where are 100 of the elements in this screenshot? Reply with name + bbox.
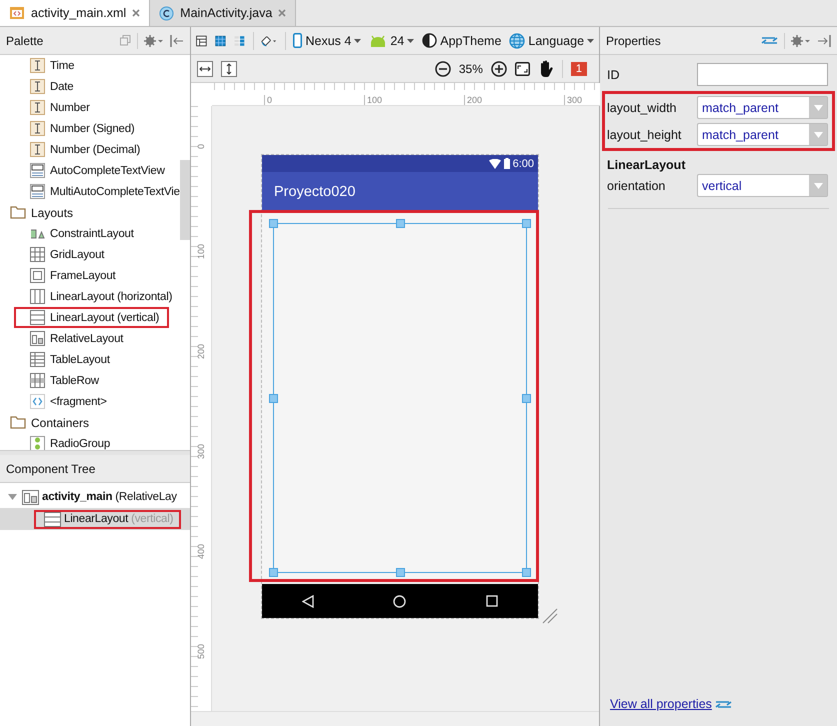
editor-tab[interactable]: MainActivity.java xyxy=(150,0,296,26)
home-icon xyxy=(393,594,406,608)
section-title: LinearLayout xyxy=(607,157,686,172)
palette-item[interactable]: Time xyxy=(50,60,74,72)
ruler-label: 300 xyxy=(196,444,206,460)
widget-icon xyxy=(30,310,45,325)
palette-item[interactable]: GridLayout xyxy=(50,248,104,260)
property-label: ID xyxy=(607,68,620,82)
ruler-label: 0 xyxy=(264,95,364,105)
close-icon[interactable] xyxy=(132,9,140,17)
widget-icon xyxy=(30,163,45,178)
splitter-handle[interactable] xyxy=(0,451,190,455)
tree-node[interactable]: activity_main xyxy=(42,491,112,503)
ruler-label: 0 xyxy=(196,144,206,150)
zoom-in-icon[interactable] xyxy=(490,60,507,76)
language-dropdown[interactable]: Language xyxy=(509,32,594,48)
caret-icon xyxy=(407,38,414,42)
settings-icon[interactable] xyxy=(791,34,811,46)
view-all-properties-link[interactable]: View all properties xyxy=(610,697,712,711)
theme-button[interactable]: AppTheme xyxy=(422,33,502,48)
widget-icon xyxy=(30,100,45,115)
android-icon xyxy=(369,34,388,46)
widget-icon xyxy=(30,268,45,283)
battery-icon xyxy=(504,158,510,169)
palette-item[interactable]: AutoCompleteTextView xyxy=(50,164,165,176)
palette-item[interactable]: <fragment> xyxy=(50,396,107,408)
palette-item[interactable]: RelativeLayout xyxy=(50,332,124,344)
fit-screen-icon[interactable] xyxy=(514,62,530,76)
widget-icon xyxy=(30,436,45,450)
folder-icon xyxy=(10,416,26,429)
app-title: Proyecto020 xyxy=(274,184,356,200)
zoom-level: 35% xyxy=(458,62,483,76)
panel-title: Component Tree xyxy=(6,462,96,476)
close-icon[interactable] xyxy=(278,9,286,17)
widget-icon xyxy=(30,289,45,304)
tree-node-type: (RelativeLay xyxy=(115,491,177,503)
palette-category[interactable]: Layouts xyxy=(31,206,74,220)
zoom-out-icon[interactable] xyxy=(434,60,451,76)
back-icon xyxy=(302,594,314,608)
ruler-label: 400 xyxy=(196,544,206,560)
widget-icon xyxy=(30,373,45,388)
property-label: layout_height xyxy=(607,128,682,142)
error-badge[interactable]: 1 xyxy=(570,62,587,76)
widget-icon xyxy=(30,184,45,199)
device-dropdown[interactable]: Nexus 4 xyxy=(293,33,362,48)
palette-item[interactable]: MultiAutoCompleteTextVie xyxy=(50,186,180,198)
widget-icon xyxy=(30,142,45,157)
swap-icon[interactable] xyxy=(761,35,778,46)
selected-row[interactable]: LinearLayout (vertical) xyxy=(0,508,190,530)
palette-item[interactable]: Number (Signed) xyxy=(50,122,135,134)
globe-icon xyxy=(509,32,526,48)
settings-icon[interactable] xyxy=(144,34,164,46)
palette-item[interactable]: LinearLayout (horizontal) xyxy=(50,290,172,302)
palette-item[interactable]: TableRow xyxy=(50,374,99,386)
palette-item[interactable]: Date xyxy=(50,80,74,92)
caret-icon xyxy=(587,38,594,42)
palette-item[interactable]: LinearLayout (vertical) xyxy=(50,312,160,324)
tree-node[interactable]: LinearLayout xyxy=(64,513,128,525)
ruler-label: 100 xyxy=(196,244,206,260)
property-label: orientation xyxy=(607,178,666,192)
editor-tab[interactable]: activity_main.xml xyxy=(0,0,150,26)
caret-icon xyxy=(814,104,822,110)
layout-icon xyxy=(22,490,39,504)
palette-item[interactable]: TableLayout xyxy=(50,354,110,366)
palette-category[interactable]: Containers xyxy=(31,416,90,430)
class-icon xyxy=(159,6,174,20)
hide-panel-icon[interactable] xyxy=(170,34,184,46)
clock-text: 6:00 xyxy=(512,158,534,170)
resize-handle-icon[interactable] xyxy=(542,608,558,624)
horizontal-resize-icon[interactable] xyxy=(197,60,213,76)
vertical-resize-icon[interactable] xyxy=(221,60,237,76)
caret-icon xyxy=(814,182,822,188)
palette-item[interactable]: ConstraintLayout xyxy=(50,228,134,240)
palette-item[interactable]: FrameLayout xyxy=(50,270,116,282)
collapse-icon[interactable] xyxy=(120,35,131,46)
swap-icon[interactable] xyxy=(714,698,732,710)
property-dropdown[interactable]: vertical xyxy=(697,174,828,197)
panel-title: Properties xyxy=(606,34,662,48)
caret-icon xyxy=(354,38,362,42)
widget-icon xyxy=(30,79,45,94)
palette-item[interactable]: Number xyxy=(50,102,90,114)
widget-icon xyxy=(30,121,45,136)
property-dropdown[interactable]: match_parent xyxy=(697,96,828,119)
expand-arrow-icon[interactable] xyxy=(8,493,17,501)
phone-icon xyxy=(293,33,302,48)
ruler-label: 200 xyxy=(196,344,206,360)
widget-icon xyxy=(30,394,45,409)
panel-title: Palette xyxy=(6,34,44,48)
hide-panel-icon[interactable] xyxy=(817,34,831,46)
widget-icon xyxy=(30,58,45,73)
contrast-icon xyxy=(422,33,438,48)
property-dropdown[interactable]: match_parent xyxy=(697,123,828,146)
scrollbar[interactable] xyxy=(180,160,190,240)
xml-file-icon xyxy=(9,6,25,20)
palette-item[interactable]: RadioGroup xyxy=(50,438,110,450)
scrollbar[interactable] xyxy=(191,711,599,726)
api-level-dropdown[interactable]: 24 xyxy=(369,34,414,48)
palette-item[interactable]: Number (Decimal) xyxy=(50,144,140,156)
input-field[interactable] xyxy=(697,63,828,86)
linear-layout-icon xyxy=(44,512,61,526)
